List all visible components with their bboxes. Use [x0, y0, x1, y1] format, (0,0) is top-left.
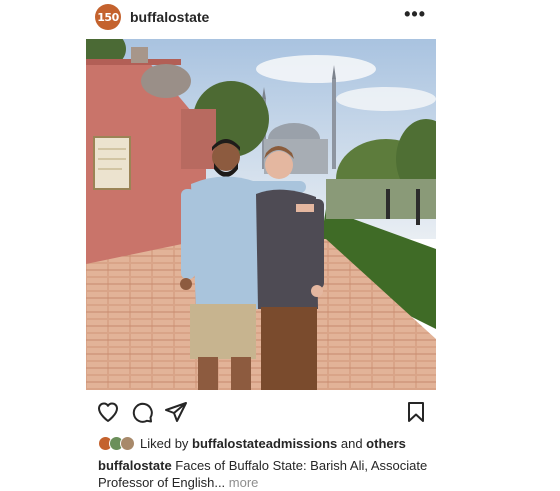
likes-prefix: Liked by: [140, 435, 193, 451]
liker-avatar: [120, 436, 135, 451]
likes-row: Liked by buffalostateadmissions and othe…: [98, 434, 406, 452]
caption-username[interactable]: buffalostate: [98, 458, 172, 473]
post-photo[interactable]: [86, 39, 436, 390]
comment-icon[interactable]: [130, 400, 154, 424]
likes-middle: and: [337, 435, 367, 451]
liker-avatars[interactable]: [98, 436, 136, 451]
liker-username[interactable]: buffalostateadmissions: [192, 436, 337, 451]
photo-illustration: [86, 39, 436, 390]
likes-others-link[interactable]: others: [366, 436, 406, 451]
bookmark-icon[interactable]: [404, 400, 428, 424]
post-username[interactable]: buffalostate: [130, 9, 209, 25]
heart-icon[interactable]: [96, 400, 120, 424]
caption-more-link[interactable]: more: [225, 475, 259, 490]
post-header: 150 buffalostate •••: [86, 0, 436, 38]
action-bar: [86, 400, 436, 426]
send-icon[interactable]: [164, 400, 188, 424]
post-caption: buffalostate Faces of Buffalo State: Bar…: [98, 457, 428, 491]
instagram-post: 150 buffalostate ••• Liked by buffalosta…: [86, 0, 436, 490]
avatar[interactable]: 150: [95, 4, 121, 30]
more-horizontal-icon[interactable]: •••: [404, 5, 426, 23]
